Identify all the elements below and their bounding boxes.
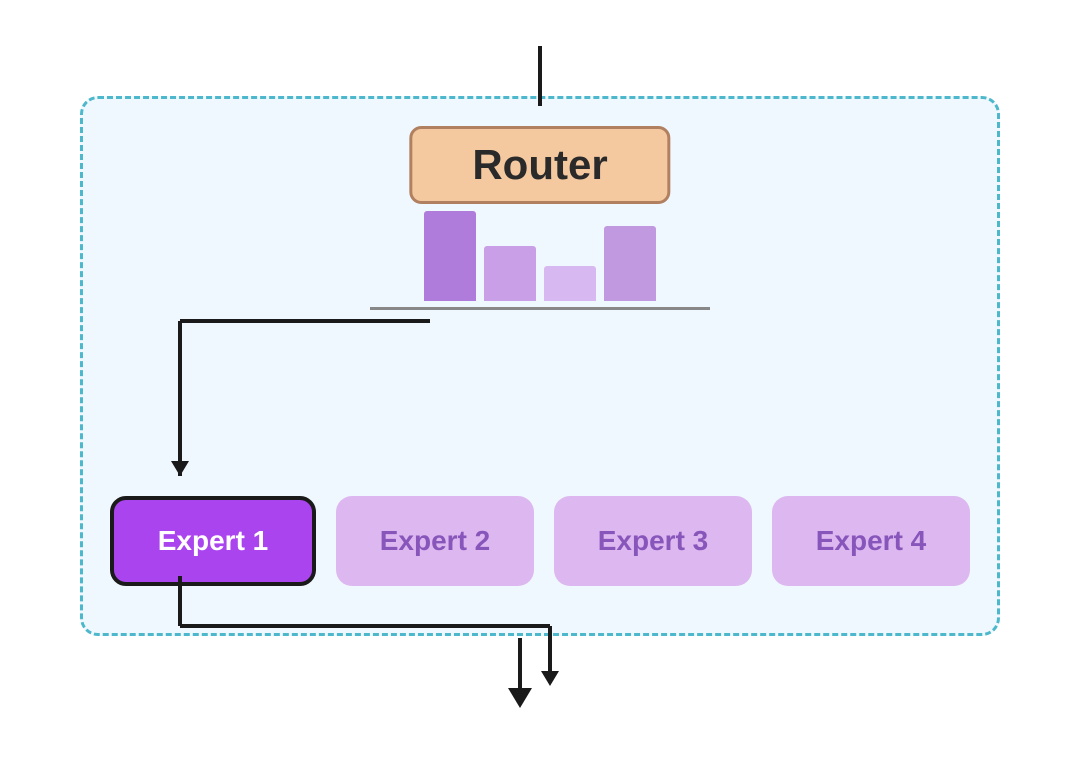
expert-4-label: Expert 4 xyxy=(816,525,927,557)
diagram-container: Router Expert 1 Expert 2 Expert xyxy=(60,46,1020,726)
expert-3-label: Expert 3 xyxy=(598,525,709,557)
bar-4 xyxy=(604,226,656,301)
router-box: Router xyxy=(409,126,670,204)
expert-box-2: Expert 2 xyxy=(336,496,534,586)
bar-3 xyxy=(544,266,596,301)
expert-2-label: Expert 2 xyxy=(380,525,491,557)
experts-row: Expert 1 Expert 2 Expert 3 Expert 4 xyxy=(110,496,970,586)
expert-box-1: Expert 1 xyxy=(110,496,316,586)
expert-box-3: Expert 3 xyxy=(554,496,752,586)
bar-2 xyxy=(484,246,536,301)
top-arrow xyxy=(538,46,542,106)
router-label: Router xyxy=(472,141,607,188)
expert-1-label: Expert 1 xyxy=(158,525,269,557)
expert-box-4: Expert 4 xyxy=(772,496,970,586)
bar-chart xyxy=(370,211,710,310)
bar-1 xyxy=(424,211,476,301)
bottom-output-arrow xyxy=(500,638,540,718)
